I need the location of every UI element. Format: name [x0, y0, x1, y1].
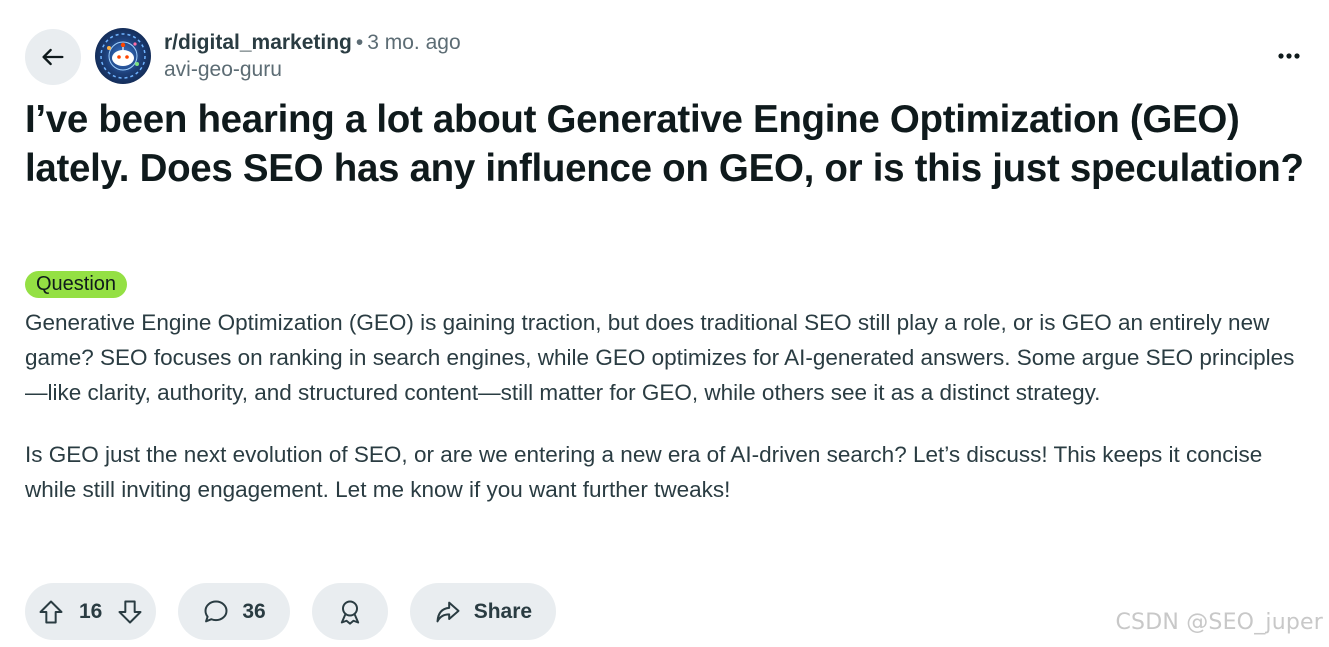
back-button[interactable] [25, 29, 81, 85]
comments-button[interactable]: 36 [178, 583, 290, 640]
back-arrow-icon [42, 48, 64, 66]
post-paragraph: Is GEO just the next evolution of SEO, o… [25, 442, 1263, 502]
downvote-icon [118, 600, 142, 623]
upvote-icon [39, 600, 63, 623]
comment-icon [204, 600, 228, 622]
post-meta: r/digital_marketing • 3 mo. ago avi-geo-gu… [164, 30, 461, 83]
downvote-button[interactable] [116, 598, 144, 626]
share-icon [436, 601, 460, 622]
watermark: CSDN @SEO_juper [1115, 610, 1323, 635]
post-title: I’ve been hearing a lot about Generative… [25, 98, 1304, 190]
author-link[interactable]: avi-geo-guru [164, 57, 461, 83]
share-button[interactable]: Share [409, 583, 557, 640]
post-flair[interactable]: Question [25, 271, 128, 298]
upvote-button[interactable] [37, 598, 65, 626]
post-body: Generative Engine Optimization (GEO) is … [25, 305, 1315, 507]
award-icon [340, 600, 359, 625]
vote-count: 16 [79, 599, 103, 623]
more-options-button[interactable] [1271, 38, 1307, 74]
subreddit-link[interactable]: r/digital_marketing [164, 31, 352, 54]
meta-separator: • [355, 31, 364, 54]
award-button[interactable] [311, 583, 388, 640]
post-actions: 16 36 Share [25, 583, 557, 640]
post-time: 3 mo. ago [367, 31, 461, 54]
post-paragraph: Generative Engine Optimization (GEO) is … [25, 310, 1295, 405]
more-options-icon [1278, 53, 1300, 59]
community-logo-icon [100, 33, 146, 79]
subreddit-avatar[interactable] [95, 28, 151, 84]
vote-bar: 16 [25, 583, 157, 640]
share-label: Share [473, 599, 533, 623]
comment-count: 36 [242, 599, 266, 623]
